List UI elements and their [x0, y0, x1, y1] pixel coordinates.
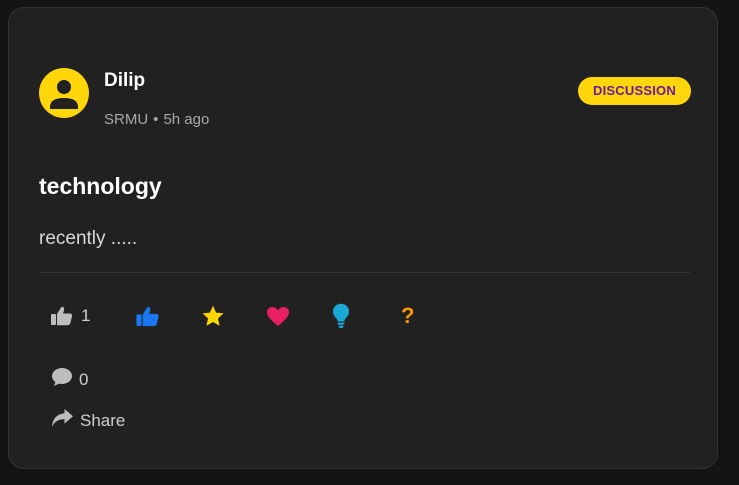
community-name[interactable]: SRMU	[104, 111, 148, 128]
discussion-tag-badge[interactable]: DISCUSSION	[578, 77, 691, 105]
post-card: Dilip SRMU • 5h ago DISCUSSION technology …	[8, 7, 718, 469]
like-count: 1	[81, 306, 91, 325]
insight-button[interactable]	[332, 303, 350, 329]
comment-icon	[51, 367, 73, 392]
thumbs-up-blue-icon	[136, 306, 160, 327]
post-time: 5h ago	[163, 111, 210, 128]
lightbulb-icon	[332, 303, 350, 329]
support-button[interactable]	[136, 303, 160, 329]
like-button[interactable]: 1	[51, 303, 90, 329]
comment-count: 0	[79, 369, 89, 389]
post-meta: SRMU • 5h ago	[104, 111, 209, 128]
share-button[interactable]: Share	[51, 408, 125, 433]
share-label: Share	[80, 410, 126, 430]
comment-button[interactable]: 0	[51, 367, 88, 392]
love-button[interactable]	[266, 303, 290, 329]
user-avatar-icon[interactable]	[39, 68, 89, 118]
thumbs-up-icon	[51, 306, 73, 326]
post-title: technology	[39, 173, 162, 199]
share-arrow-icon	[51, 408, 74, 433]
divider	[39, 272, 690, 273]
heart-icon	[266, 306, 290, 327]
star-button[interactable]	[201, 303, 225, 329]
author-name[interactable]: Dilip	[104, 70, 145, 92]
meta-separator: •	[153, 111, 159, 128]
star-icon	[201, 305, 225, 328]
question-button[interactable]: ?	[401, 303, 414, 329]
question-mark-icon: ?	[401, 303, 415, 328]
post-body: recently .....	[39, 228, 138, 249]
